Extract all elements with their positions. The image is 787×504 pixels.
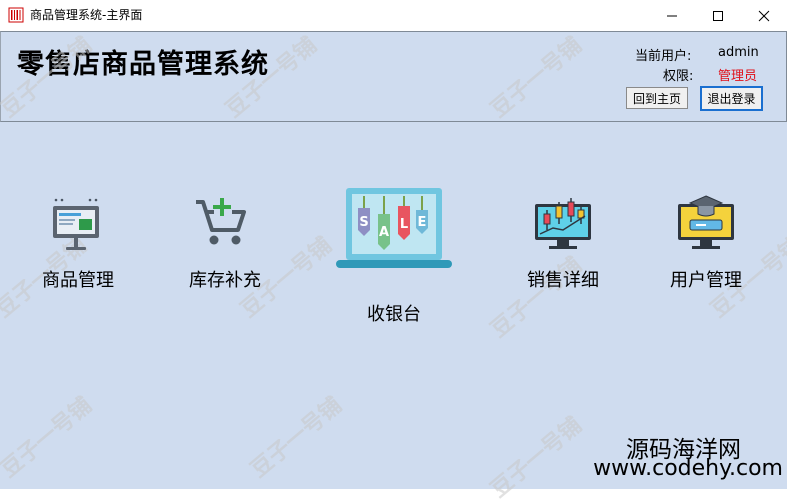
- app-title: 零售店商品管理系统: [17, 49, 269, 80]
- module-label: 库存补充: [189, 270, 261, 291]
- svg-text:E: E: [418, 215, 427, 230]
- watermark: 豆子一号铺: [486, 412, 587, 503]
- module-product-management[interactable]: 商品管理: [33, 192, 123, 292]
- close-button[interactable]: [741, 0, 787, 31]
- home-button[interactable]: 回到主页: [626, 87, 688, 109]
- site-url-watermark: www.codehy.com: [593, 456, 783, 481]
- module-label: 销售详细: [527, 270, 599, 291]
- svg-text:L: L: [400, 217, 408, 232]
- header-panel: 零售店商品管理系统 当前用户: admin 权限: 管理员 回到主页 退出登录: [0, 31, 787, 122]
- candlestick-monitor-icon: [535, 198, 591, 249]
- module-label: 收银台: [367, 304, 421, 325]
- cart-add-icon: [196, 198, 246, 245]
- window-title: 商品管理系统-主界面: [30, 8, 143, 22]
- watermark: 豆子一号铺: [0, 392, 97, 483]
- monitor-chart-icon: [53, 198, 99, 250]
- module-label: 用户管理: [670, 270, 742, 291]
- app-icon: [8, 7, 24, 23]
- logout-button[interactable]: 退出登录: [700, 86, 763, 111]
- module-cashier[interactable]: S A L E 收银台: [332, 186, 456, 326]
- current-user-value: admin: [718, 45, 759, 60]
- module-user-management[interactable]: 用户管理: [661, 192, 751, 292]
- graduation-monitor-icon: [678, 195, 734, 249]
- main-window: 商品管理系统-主界面 零售店商品管理系统 当前用户: admin 权限: 管理员…: [0, 0, 787, 503]
- title-bar[interactable]: 商品管理系统-主界面: [0, 0, 787, 31]
- sale-laptop-icon: S A L E: [336, 188, 452, 268]
- close-icon: [758, 10, 770, 21]
- module-label: 商品管理: [42, 270, 114, 291]
- maximize-icon: [713, 10, 723, 21]
- svg-text:S: S: [359, 215, 368, 230]
- permission-label: 权限:: [663, 69, 694, 84]
- permission-value: 管理员: [718, 69, 758, 84]
- minimize-button[interactable]: [649, 0, 695, 31]
- module-sales-detail[interactable]: 销售详细: [518, 192, 608, 292]
- svg-text:A: A: [379, 225, 389, 240]
- watermark: 豆子一号铺: [246, 392, 347, 483]
- module-stock-replenish[interactable]: 库存补充: [180, 192, 270, 292]
- current-user-label: 当前用户:: [635, 49, 692, 64]
- minimize-icon: [667, 15, 677, 16]
- maximize-button[interactable]: [695, 0, 741, 31]
